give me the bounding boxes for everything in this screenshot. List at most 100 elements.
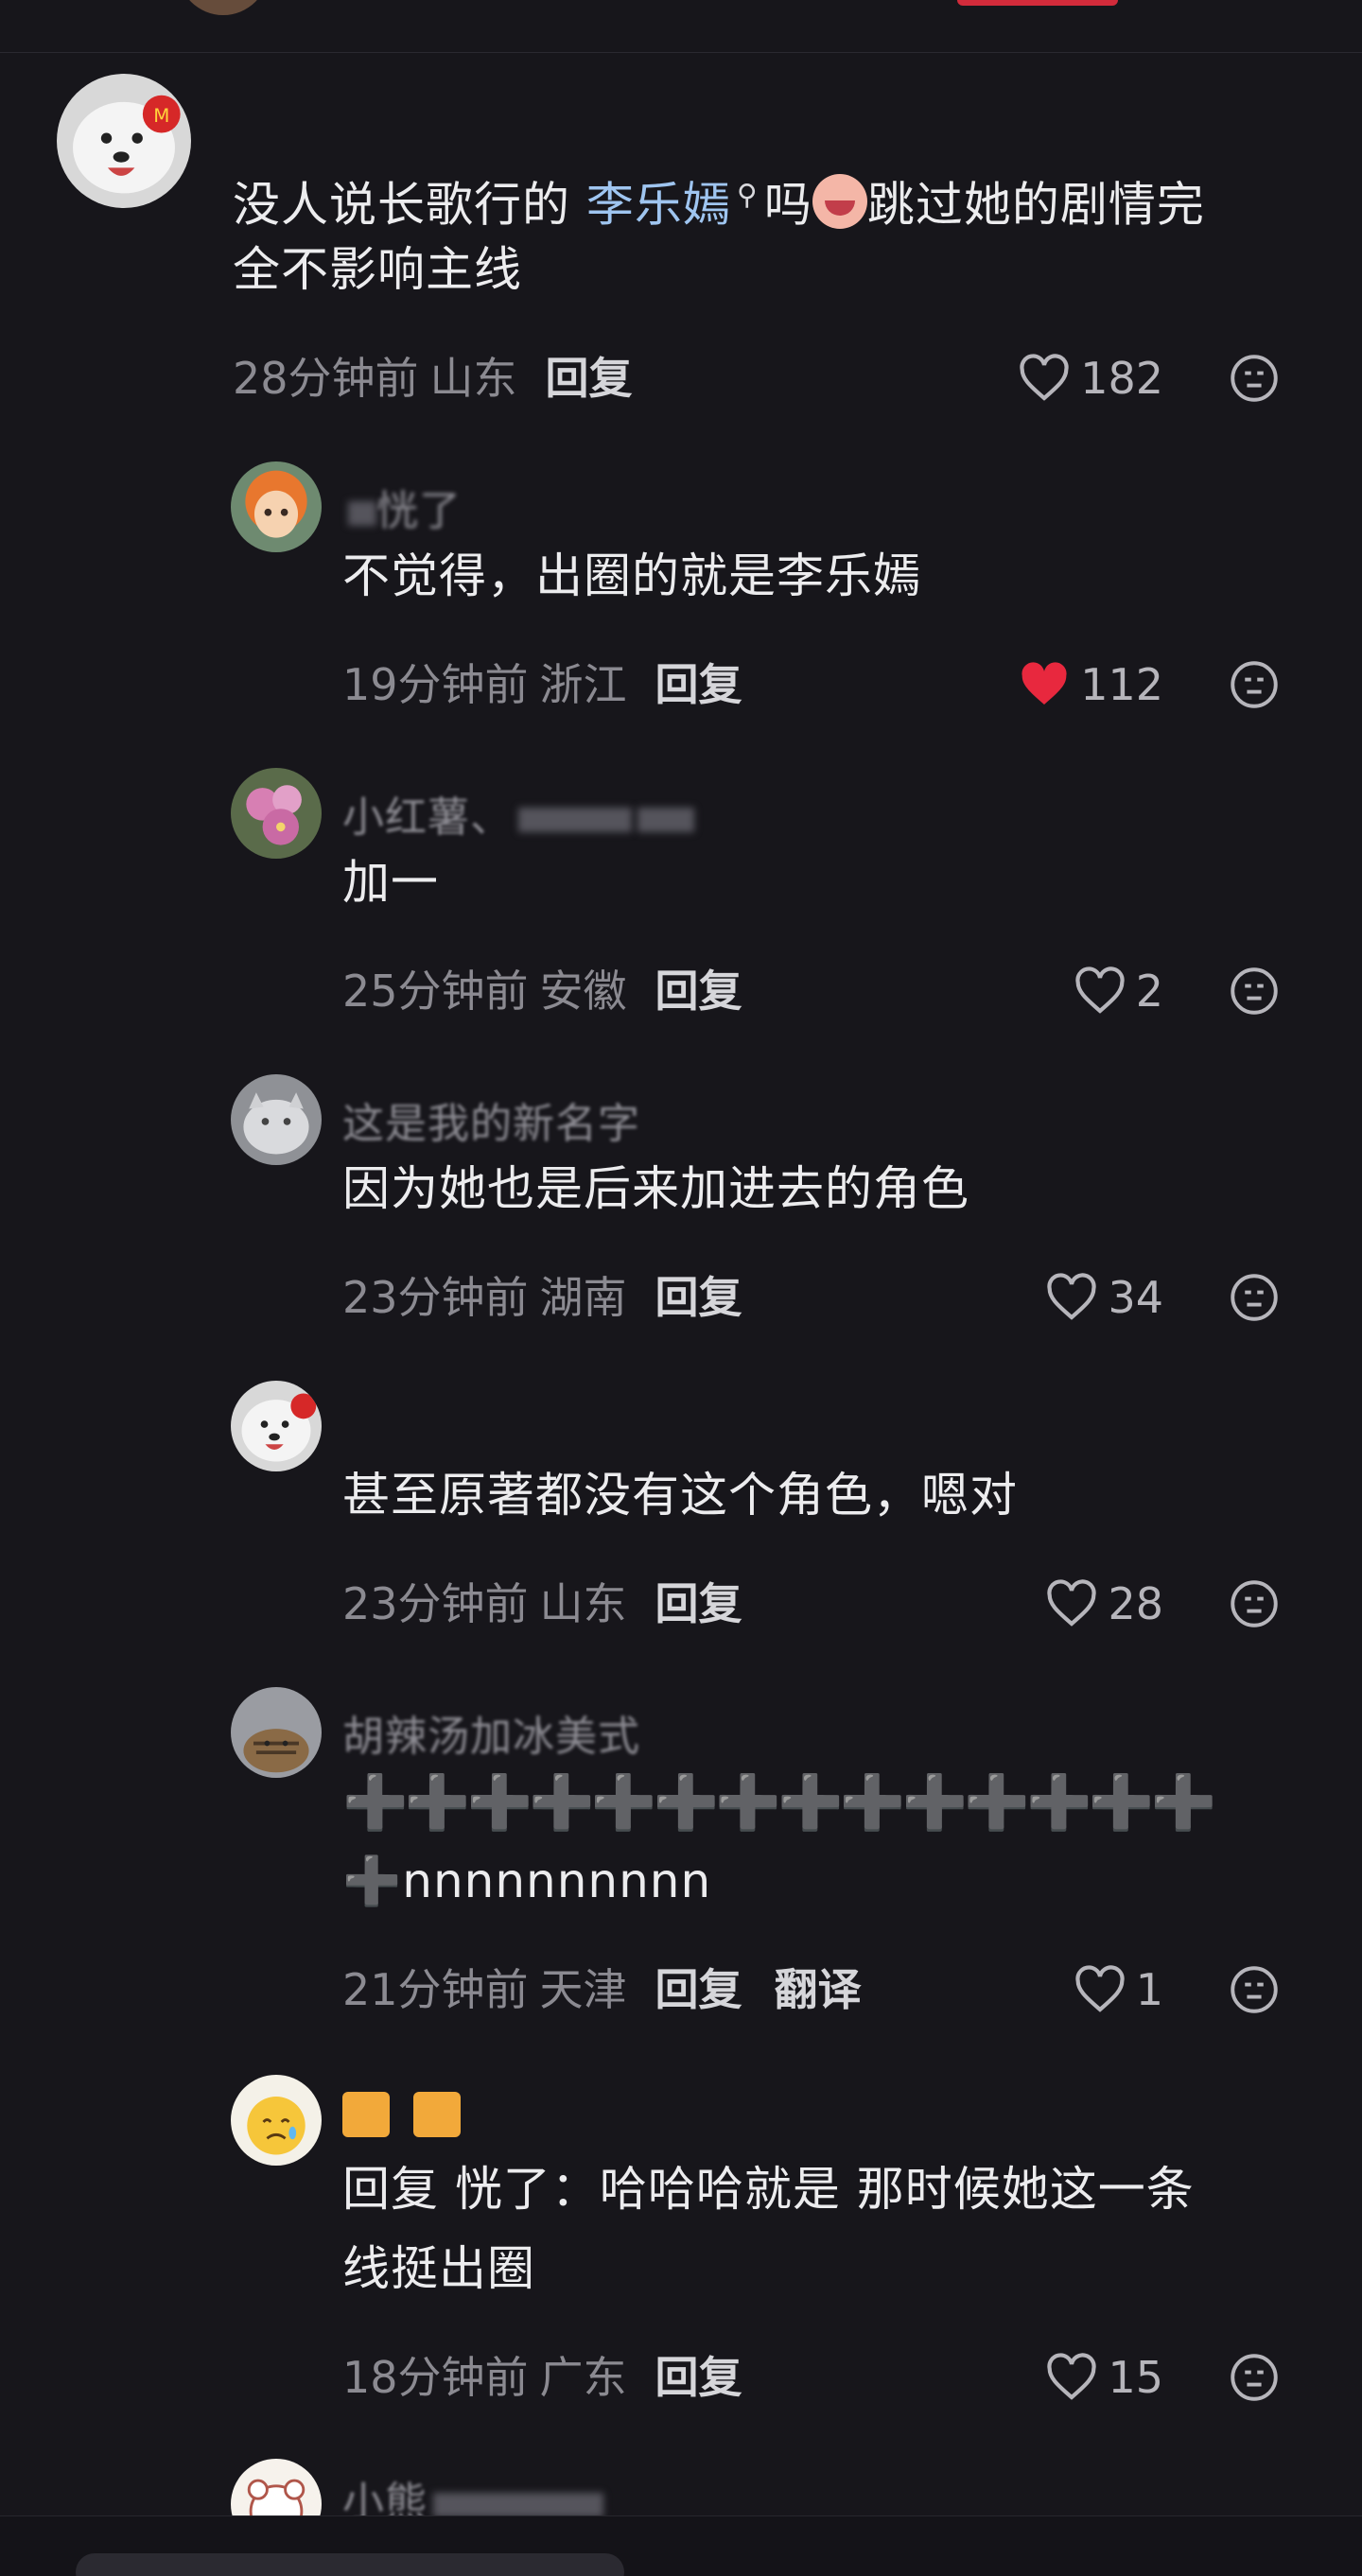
region: 广东 <box>539 2352 627 2403</box>
samoyed-avatar-image: M <box>57 74 191 208</box>
username[interactable]: 恍了 <box>342 477 462 537</box>
username[interactable] <box>342 2088 461 2137</box>
heart-outline-icon <box>1075 1965 1125 2012</box>
region: 天津 <box>539 1964 627 2015</box>
reply-button[interactable]: 回复 <box>655 659 742 710</box>
comment-text-part: 跳过她的剧情完 <box>866 177 1205 233</box>
reply-button[interactable]: 回复 <box>655 1272 742 1323</box>
username[interactable]: 胡辣汤加冰美式 <box>342 1702 640 1763</box>
crying-face-emoji-icon <box>812 173 867 229</box>
comment-text: 不觉得，出圈的就是李乐嫣 <box>342 548 921 603</box>
svg-text:M: M <box>153 105 169 127</box>
comment-text: 甚至原著都没有这个角色，嗯对 <box>342 1468 1018 1523</box>
like-count: 28 <box>1108 1578 1163 1629</box>
timestamp: 23分钟前 <box>342 1272 529 1323</box>
comment-text-line2: 全不影响主线 <box>233 242 522 297</box>
comment-meta: 23分钟前 湖南 回复 <box>342 1269 742 1326</box>
comment-text: 没人说长歌行的 李乐嫣 ⚲ 吗跳过她的剧情完 <box>233 159 1205 242</box>
reply-button[interactable]: 回复 <box>655 966 742 1017</box>
avatar[interactable] <box>231 768 322 859</box>
like-button[interactable]: 15 <box>1012 2349 1163 2406</box>
timestamp: 23分钟前 <box>342 1578 529 1629</box>
timestamp: 28分钟前 <box>233 353 419 404</box>
avatar[interactable]: M <box>57 74 191 208</box>
heart-outline-icon <box>1075 966 1125 1014</box>
heart-outline-icon <box>1020 354 1069 401</box>
username[interactable]: 这是我的新名字 <box>342 1089 640 1150</box>
bread-emoji-icon <box>413 2092 461 2137</box>
like-count: 15 <box>1108 2352 1163 2403</box>
region: 安徽 <box>539 966 627 1017</box>
region: 山东 <box>429 353 517 404</box>
comment-text: 加一 <box>342 855 439 910</box>
avatar[interactable] <box>231 2075 322 2166</box>
crying-emoji-avatar-image <box>231 2075 322 2166</box>
like-button[interactable]: 34 <box>1012 1269 1163 1326</box>
timestamp: 25分钟前 <box>342 966 529 1017</box>
samoyed-avatar-image <box>231 1381 322 1471</box>
heart-filled-icon <box>1022 662 1067 705</box>
flower-avatar-image <box>231 768 322 859</box>
like-count: 112 <box>1080 659 1163 710</box>
cat-avatar-image <box>231 1074 322 1165</box>
comment-meta: 28分钟前 山东 回复 <box>233 350 633 407</box>
like-count: 2 <box>1135 966 1163 1017</box>
region: 浙江 <box>539 659 627 710</box>
anime-girl-avatar-image <box>231 461 322 552</box>
comment-text-line2: ➕nnnnnnnnnn <box>342 1854 712 1908</box>
heart-outline-icon <box>1047 1579 1097 1627</box>
tabby-cat-avatar-image <box>231 1687 322 1778</box>
reply-button[interactable]: 回复 <box>546 353 633 404</box>
reply-button[interactable]: 回复 <box>655 1578 742 1629</box>
comment-meta: 21分钟前 天津 回复 翻译 <box>342 1961 862 2018</box>
reply-button[interactable]: 回复 <box>655 1964 742 2015</box>
avatar[interactable] <box>231 1074 322 1165</box>
heart-outline-icon <box>1047 2353 1097 2400</box>
avatar[interactable] <box>231 1381 322 1471</box>
neutral-face-icon[interactable] <box>1230 966 1279 1016</box>
search-link[interactable]: 李乐嫣 <box>586 178 731 233</box>
like-button[interactable]: 112 <box>1012 656 1163 713</box>
region: 山东 <box>539 1578 627 1629</box>
username-text: 恍了 <box>376 487 462 535</box>
username-text: 小红薯、 <box>342 793 513 842</box>
like-button[interactable]: 28 <box>1012 1575 1163 1632</box>
like-count: 182 <box>1080 353 1163 404</box>
comment-text: 因为她也是后来加进去的角色 <box>342 1161 969 1216</box>
like-count: 34 <box>1108 1272 1163 1323</box>
comment-text-line1: 回复 恍了：哈哈哈就是 那时候她这一条 <box>342 2162 1195 2217</box>
like-button[interactable]: 2 <box>1012 963 1163 1019</box>
comment-meta: 23分钟前 山东 回复 <box>342 1575 742 1632</box>
comment-meta: 18分钟前 广东 回复 <box>342 2349 742 2406</box>
like-count: 1 <box>1135 1964 1163 2015</box>
reply-button[interactable]: 回复 <box>655 2352 742 2403</box>
comment-input-pill[interactable] <box>76 2553 624 2576</box>
region: 湖南 <box>539 1272 627 1323</box>
comment-text-part: 吗 <box>763 177 812 233</box>
like-button[interactable]: 1 <box>1012 1961 1163 2018</box>
search-icon[interactable]: ⚲ <box>737 179 759 212</box>
comment-meta: 25分钟前 安徽 回复 <box>342 963 742 1019</box>
timestamp: 21分钟前 <box>342 1964 529 2015</box>
timestamp: 19分钟前 <box>342 659 529 710</box>
comment-text-line2: 线挺出圈 <box>342 2241 535 2296</box>
translate-button[interactable]: 翻译 <box>775 1964 862 2015</box>
bread-emoji-icon <box>342 2092 390 2137</box>
previous-badge-partial <box>957 0 1118 6</box>
avatar[interactable] <box>231 461 322 552</box>
neutral-face-icon[interactable] <box>1230 1579 1279 1628</box>
username-text: 胡辣汤加冰美式 <box>342 1713 640 1761</box>
neutral-face-icon[interactable] <box>1230 1273 1279 1322</box>
neutral-face-icon[interactable] <box>1230 660 1279 709</box>
avatar[interactable] <box>231 1687 322 1778</box>
timestamp: 18分钟前 <box>342 2352 529 2403</box>
comment-text-line1: ➕➕➕➕➕➕➕➕➕➕➕➕➕➕ <box>342 1772 1216 1834</box>
neutral-face-icon[interactable] <box>1230 354 1279 403</box>
username[interactable]: 小红薯、 <box>342 783 694 844</box>
heart-outline-icon <box>1047 1273 1097 1320</box>
neutral-face-icon[interactable] <box>1230 2353 1279 2402</box>
username-text: 这是我的新名字 <box>342 1100 640 1148</box>
comment-text-part: 没人说长歌行的 <box>233 177 586 233</box>
neutral-face-icon[interactable] <box>1230 1965 1279 2014</box>
like-button[interactable]: 182 <box>1012 350 1163 407</box>
